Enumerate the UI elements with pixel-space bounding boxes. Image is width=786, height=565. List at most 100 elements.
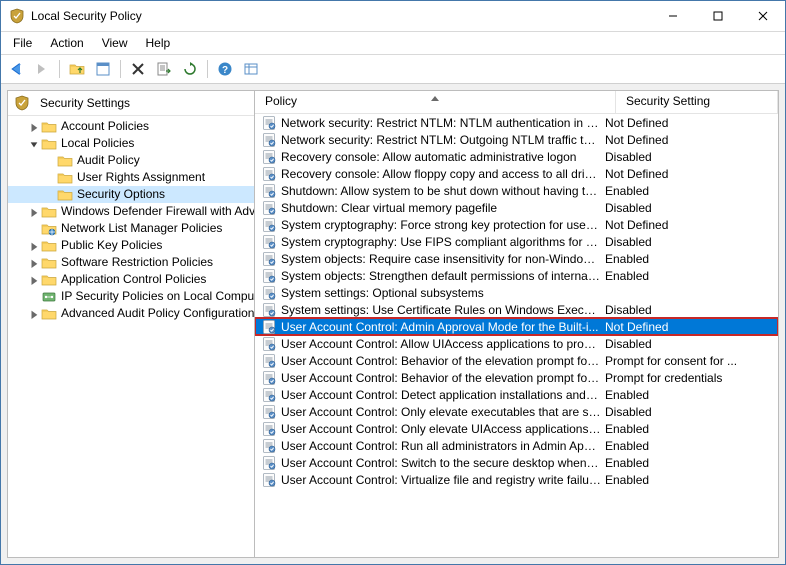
- tree[interactable]: Account PoliciesLocal PoliciesAudit Poli…: [8, 116, 254, 326]
- list-row[interactable]: System objects: Require case insensitivi…: [255, 250, 778, 267]
- list-row[interactable]: User Account Control: Switch to the secu…: [255, 454, 778, 471]
- policy-name: User Account Control: Switch to the secu…: [281, 456, 601, 470]
- sort-indicator-icon: [431, 91, 439, 104]
- list-row[interactable]: User Account Control: Allow UIAccess app…: [255, 335, 778, 352]
- expand-icon[interactable]: [28, 274, 40, 286]
- list-row[interactable]: User Account Control: Detect application…: [255, 386, 778, 403]
- list-row[interactable]: Shutdown: Allow system to be shut down w…: [255, 182, 778, 199]
- policy-icon: [261, 200, 277, 216]
- tree-item[interactable]: User Rights Assignment: [8, 169, 254, 186]
- list-row[interactable]: Shutdown: Clear virtual memory pagefileD…: [255, 199, 778, 216]
- tree-item[interactable]: Public Key Policies: [8, 237, 254, 254]
- menu-help[interactable]: Help: [138, 34, 179, 52]
- folder-icon: [57, 153, 73, 169]
- expand-icon[interactable]: [28, 257, 40, 269]
- help-button[interactable]: [214, 58, 236, 80]
- back-button[interactable]: [5, 58, 27, 80]
- tree-item-label: Software Restriction Policies: [61, 254, 213, 271]
- expand-icon[interactable]: [28, 240, 40, 252]
- up-button[interactable]: [66, 58, 88, 80]
- tree-item[interactable]: Windows Defender Firewall with Advanced …: [8, 203, 254, 220]
- policy-name: System cryptography: Use FIPS compliant …: [281, 235, 601, 249]
- properties-button[interactable]: [92, 58, 114, 80]
- policy-icon: [261, 472, 277, 488]
- export-button[interactable]: [153, 58, 175, 80]
- window: Local Security Policy File Action View H…: [0, 0, 786, 565]
- list-body[interactable]: Network security: Restrict NTLM: NTLM au…: [255, 114, 778, 557]
- policy-name: User Account Control: Virtualize file an…: [281, 473, 601, 487]
- list-row[interactable]: System settings: Optional subsystems: [255, 284, 778, 301]
- policy-name: User Account Control: Behavior of the el…: [281, 354, 601, 368]
- policy-icon: [261, 336, 277, 352]
- expand-icon[interactable]: [28, 206, 40, 218]
- policy-name: System settings: Optional subsystems: [281, 286, 601, 300]
- collapse-icon[interactable]: [28, 138, 40, 150]
- menu-file[interactable]: File: [5, 34, 40, 52]
- list-row[interactable]: Network security: Restrict NTLM: Outgoin…: [255, 131, 778, 148]
- list-row[interactable]: Network security: Restrict NTLM: NTLM au…: [255, 114, 778, 131]
- policy-name: Recovery console: Allow floppy copy and …: [281, 167, 601, 181]
- column-header-setting[interactable]: Security Setting: [616, 91, 778, 113]
- tree-item-label: Account Policies: [61, 118, 149, 135]
- list-row[interactable]: User Account Control: Virtualize file an…: [255, 471, 778, 488]
- policy-setting: Disabled: [601, 235, 778, 249]
- refresh-button[interactable]: [179, 58, 201, 80]
- tree-item[interactable]: Network List Manager Policies: [8, 220, 254, 237]
- policy-setting: Disabled: [601, 150, 778, 164]
- policy-setting: Disabled: [601, 201, 778, 215]
- list-row[interactable]: System cryptography: Force strong key pr…: [255, 216, 778, 233]
- policy-icon: [261, 353, 277, 369]
- policy-setting: Enabled: [601, 252, 778, 266]
- menu-action[interactable]: Action: [42, 34, 91, 52]
- tree-item[interactable]: Account Policies: [8, 118, 254, 135]
- list-row[interactable]: Recovery console: Allow floppy copy and …: [255, 165, 778, 182]
- policy-name: Recovery console: Allow automatic admini…: [281, 150, 601, 164]
- minimize-button[interactable]: [650, 1, 695, 31]
- tree-item[interactable]: Application Control Policies: [8, 271, 254, 288]
- tree-item[interactable]: Software Restriction Policies: [8, 254, 254, 271]
- policy-name: User Account Control: Only elevate UIAcc…: [281, 422, 601, 436]
- tree-item[interactable]: Audit Policy: [8, 152, 254, 169]
- list-row[interactable]: System settings: Use Certificate Rules o…: [255, 301, 778, 318]
- expand-icon[interactable]: [28, 308, 40, 320]
- close-button[interactable]: [740, 1, 785, 31]
- column-header-policy[interactable]: Policy: [255, 91, 616, 113]
- policy-icon: [261, 370, 277, 386]
- list-row[interactable]: User Account Control: Behavior of the el…: [255, 369, 778, 386]
- list-row[interactable]: User Account Control: Only elevate execu…: [255, 403, 778, 420]
- list-row[interactable]: System cryptography: Use FIPS compliant …: [255, 233, 778, 250]
- tree-item[interactable]: Local Policies: [8, 135, 254, 152]
- policy-setting: Enabled: [601, 422, 778, 436]
- maximize-button[interactable]: [695, 1, 740, 31]
- folder-icon: [41, 136, 57, 152]
- delete-button[interactable]: [127, 58, 149, 80]
- tree-item-label: User Rights Assignment: [77, 169, 205, 186]
- expand-icon[interactable]: [28, 121, 40, 133]
- tree-pane: Security Settings Account PoliciesLocal …: [8, 91, 255, 557]
- list-row[interactable]: User Account Control: Behavior of the el…: [255, 352, 778, 369]
- tree-item[interactable]: Security Options: [8, 186, 254, 203]
- list-row[interactable]: Recovery console: Allow automatic admini…: [255, 148, 778, 165]
- toggle-placeholder: [28, 291, 40, 303]
- policy-setting: Not Defined: [601, 133, 778, 147]
- tree-item-label: Local Policies: [61, 135, 134, 152]
- policy-setting: Enabled: [601, 439, 778, 453]
- list-row[interactable]: System objects: Strengthen default permi…: [255, 267, 778, 284]
- menu-view[interactable]: View: [94, 34, 136, 52]
- tree-item[interactable]: Advanced Audit Policy Configuration: [8, 305, 254, 322]
- forward-button[interactable]: [31, 58, 53, 80]
- ipsec-icon: [41, 289, 57, 305]
- show-list-button[interactable]: [240, 58, 262, 80]
- list-row[interactable]: User Account Control: Run all administra…: [255, 437, 778, 454]
- policy-icon: [261, 421, 277, 437]
- policy-name: Network security: Restrict NTLM: Outgoin…: [281, 133, 601, 147]
- list-row[interactable]: User Account Control: Admin Approval Mod…: [255, 318, 778, 335]
- tree-item[interactable]: IP Security Policies on Local Computer: [8, 288, 254, 305]
- list-row[interactable]: User Account Control: Only elevate UIAcc…: [255, 420, 778, 437]
- policy-setting: Enabled: [601, 473, 778, 487]
- tree-item-label: Audit Policy: [77, 152, 140, 169]
- toggle-placeholder: [28, 223, 40, 235]
- folder-icon: [41, 306, 57, 322]
- policy-name: System cryptography: Force strong key pr…: [281, 218, 601, 232]
- policy-name: User Account Control: Admin Approval Mod…: [281, 320, 601, 334]
